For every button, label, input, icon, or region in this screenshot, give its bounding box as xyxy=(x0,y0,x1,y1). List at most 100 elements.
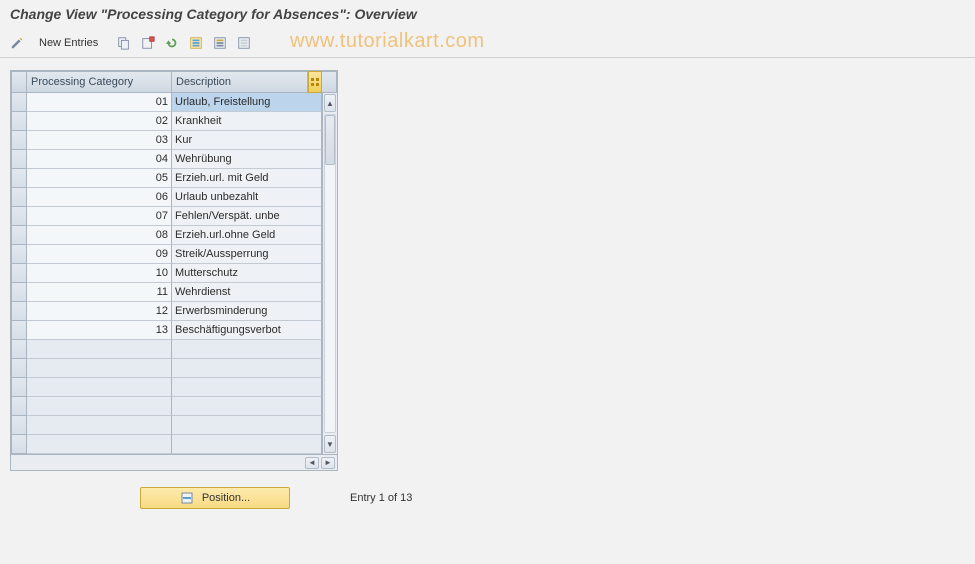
cell-processing-category[interactable]: 04 xyxy=(27,150,172,169)
row-selector[interactable] xyxy=(11,378,27,397)
cell-processing-category[interactable]: 03 xyxy=(27,131,172,150)
row-selector[interactable] xyxy=(11,188,27,207)
table-row: 13Beschäftigungsverbot xyxy=(11,321,322,340)
row-selector[interactable] xyxy=(11,245,27,264)
cell-description[interactable] xyxy=(172,416,322,435)
table-row xyxy=(11,359,322,378)
table-row xyxy=(11,340,322,359)
row-selector[interactable] xyxy=(11,340,27,359)
cell-description[interactable] xyxy=(172,340,322,359)
row-selector[interactable] xyxy=(11,169,27,188)
page-title: Change View "Processing Category for Abs… xyxy=(0,0,975,28)
cell-processing-category[interactable]: 05 xyxy=(27,169,172,188)
column-header-description[interactable]: Description xyxy=(172,71,308,93)
cell-description[interactable]: Krankheit xyxy=(172,112,322,131)
delete-icon[interactable] xyxy=(137,32,159,54)
table-row: 02Krankheit xyxy=(11,112,322,131)
cell-description[interactable] xyxy=(172,378,322,397)
select-block-icon[interactable] xyxy=(209,32,231,54)
cell-processing-category[interactable] xyxy=(27,435,172,454)
scroll-down-icon[interactable]: ▼ xyxy=(324,435,336,453)
cell-processing-category[interactable] xyxy=(27,397,172,416)
select-all-icon[interactable] xyxy=(185,32,207,54)
row-selector[interactable] xyxy=(11,416,27,435)
cell-processing-category[interactable]: 13 xyxy=(27,321,172,340)
position-button-label: Position... xyxy=(202,492,250,504)
cell-processing-category[interactable]: 10 xyxy=(27,264,172,283)
undo-change-icon[interactable] xyxy=(161,32,183,54)
scroll-up-icon[interactable]: ▲ xyxy=(324,94,336,112)
cell-description[interactable]: Fehlen/Verspät. unbe xyxy=(172,207,322,226)
row-selector[interactable] xyxy=(11,207,27,226)
table-row xyxy=(11,435,322,454)
new-entries-button[interactable]: New Entries xyxy=(30,32,107,54)
cell-processing-category[interactable] xyxy=(27,359,172,378)
cell-processing-category[interactable]: 12 xyxy=(27,302,172,321)
content-area: Processing Category Description 01Urlaub… xyxy=(0,58,975,521)
watermark-text: www.tutorialkart.com xyxy=(290,30,485,53)
scroll-right-icon[interactable]: ► xyxy=(321,457,335,469)
horizontal-scrollbar[interactable]: ◄ ► xyxy=(11,454,337,470)
row-selector[interactable] xyxy=(11,226,27,245)
row-selector[interactable] xyxy=(11,131,27,150)
vertical-scrollbar[interactable]: ▲ ▼ xyxy=(322,93,337,454)
scrollbar-thumb[interactable] xyxy=(325,115,335,165)
cell-description[interactable]: Mutterschutz xyxy=(172,264,322,283)
table-row: 12Erwerbsminderung xyxy=(11,302,322,321)
row-selector[interactable] xyxy=(11,264,27,283)
row-selector[interactable] xyxy=(11,302,27,321)
scrollbar-track[interactable] xyxy=(324,114,336,433)
row-selector[interactable] xyxy=(11,93,27,112)
toggle-display-change-icon[interactable] xyxy=(6,32,28,54)
table-header-row: Processing Category Description xyxy=(11,71,337,93)
toolbar: New Entries www.tutorialkart.com xyxy=(0,28,975,58)
row-selector[interactable] xyxy=(11,150,27,169)
cell-processing-category[interactable]: 08 xyxy=(27,226,172,245)
table-row xyxy=(11,416,322,435)
cell-description[interactable] xyxy=(172,397,322,416)
cell-description[interactable] xyxy=(172,435,322,454)
table-row xyxy=(11,397,322,416)
copy-as-icon[interactable] xyxy=(113,32,135,54)
cell-description[interactable]: Kur xyxy=(172,131,322,150)
cell-processing-category[interactable] xyxy=(27,340,172,359)
table-row: 05Erzieh.url. mit Geld xyxy=(11,169,322,188)
cell-description[interactable]: Streik/Aussperrung xyxy=(172,245,322,264)
position-button[interactable]: Position... xyxy=(140,487,290,509)
cell-description[interactable]: Erzieh.url.ohne Geld xyxy=(172,226,322,245)
cell-processing-category[interactable] xyxy=(27,378,172,397)
scroll-left-icon[interactable]: ◄ xyxy=(305,457,319,469)
select-all-column-header[interactable] xyxy=(11,71,27,93)
cell-description[interactable]: Urlaub unbezahlt xyxy=(172,188,322,207)
cell-processing-category[interactable]: 09 xyxy=(27,245,172,264)
column-header-category[interactable]: Processing Category xyxy=(27,71,172,93)
table-row: 03Kur xyxy=(11,131,322,150)
table-row: 09Streik/Aussperrung xyxy=(11,245,322,264)
cell-processing-category[interactable]: 01 xyxy=(27,93,172,112)
scrollbar-header-spacer xyxy=(322,71,337,93)
row-selector[interactable] xyxy=(11,435,27,454)
row-selector[interactable] xyxy=(11,397,27,416)
cell-description[interactable]: Erzieh.url. mit Geld xyxy=(172,169,322,188)
cell-description[interactable]: Beschäftigungsverbot xyxy=(172,321,322,340)
table-settings-icon[interactable] xyxy=(308,71,322,93)
cell-description[interactable] xyxy=(172,359,322,378)
cell-processing-category[interactable]: 07 xyxy=(27,207,172,226)
row-selector[interactable] xyxy=(11,112,27,131)
row-selector[interactable] xyxy=(11,321,27,340)
entry-counter: Entry 1 of 13 xyxy=(350,492,412,504)
row-selector[interactable] xyxy=(11,359,27,378)
deselect-all-icon[interactable] xyxy=(233,32,255,54)
cell-processing-category[interactable]: 06 xyxy=(27,188,172,207)
cell-description[interactable]: Wehrdienst xyxy=(172,283,322,302)
cell-description[interactable]: Urlaub, Freistellung xyxy=(172,93,322,112)
table-row: 06Urlaub unbezahlt xyxy=(11,188,322,207)
table-row: 10Mutterschutz xyxy=(11,264,322,283)
cell-description[interactable]: Wehrübung xyxy=(172,150,322,169)
cell-processing-category[interactable] xyxy=(27,416,172,435)
cell-processing-category[interactable]: 02 xyxy=(27,112,172,131)
cell-processing-category[interactable]: 11 xyxy=(27,283,172,302)
row-selector[interactable] xyxy=(11,283,27,302)
cell-description[interactable]: Erwerbsminderung xyxy=(172,302,322,321)
table-row: 08Erzieh.url.ohne Geld xyxy=(11,226,322,245)
